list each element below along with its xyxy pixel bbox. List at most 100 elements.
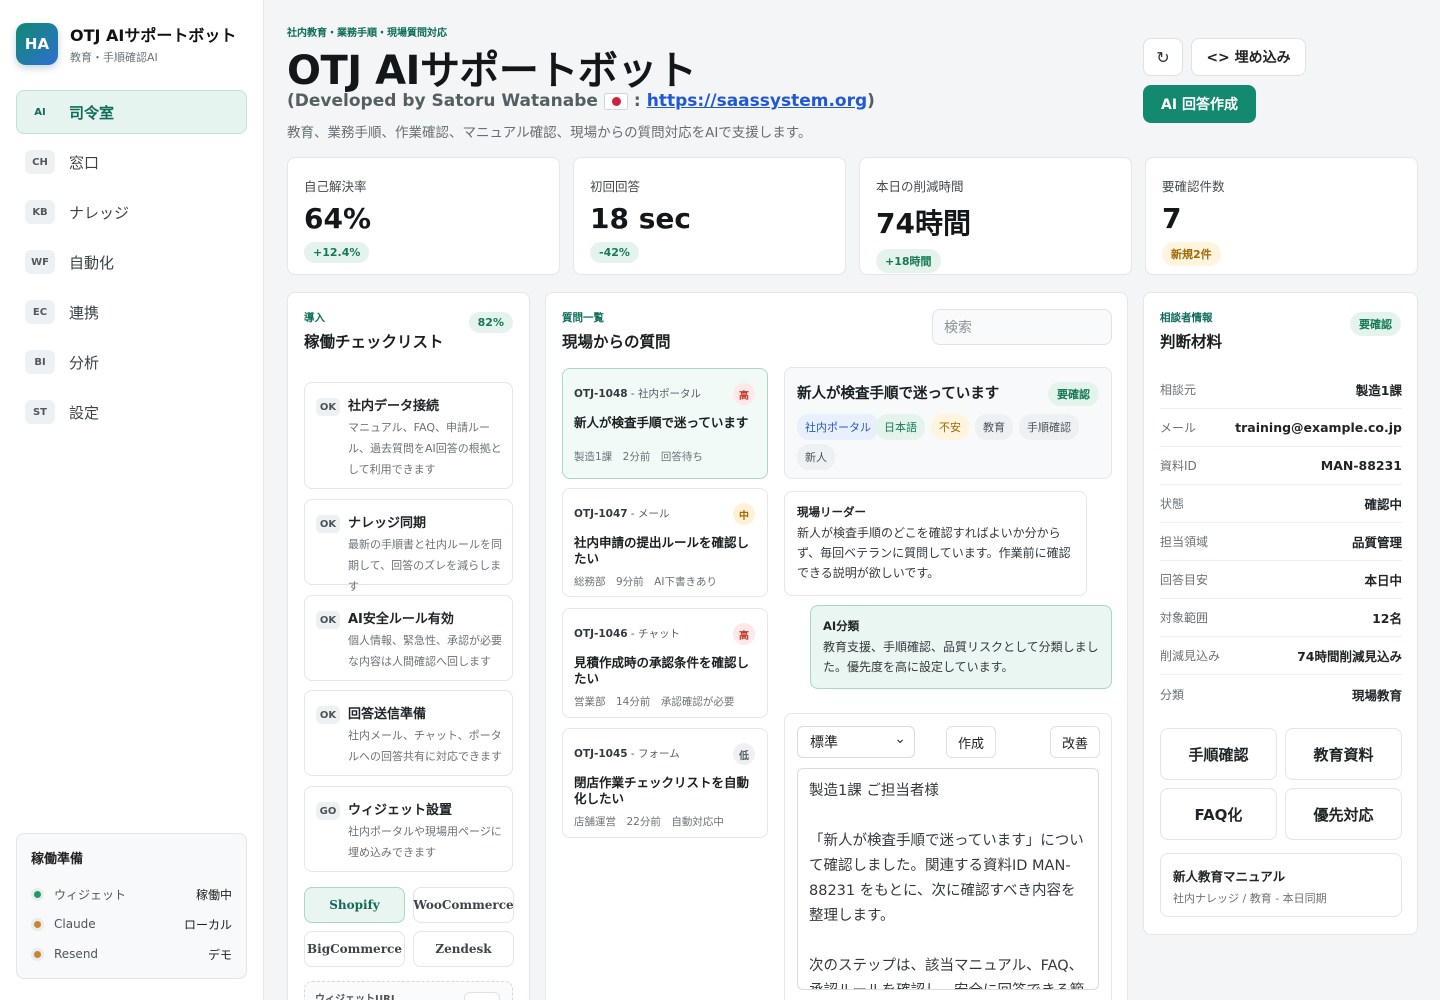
page-description: 教育、業務手順、作業確認、マニュアル確認、現場からの質問対応をAIで支援します。 [287, 125, 812, 141]
status-dot-icon [31, 947, 44, 961]
widget-url-label: ウィジェットURL [315, 994, 398, 1000]
platform-shopify[interactable]: Shopify [304, 887, 405, 923]
question-card[interactable]: OTJ-1045 - フォーム 低 閉店作業チェックリストを自動化したい 店舗運… [562, 728, 768, 838]
reply-textarea[interactable]: 製造1課 ご担当者様 「新人が検査手順で迷っています」について確認しました。関連… [797, 768, 1099, 990]
kpi-label: 自己解決率 [304, 179, 367, 194]
question-meta: 営業部 14分前 承認確認が必要 [574, 696, 735, 708]
sidebar-item-knowledge[interactable]: KB ナレッジ [16, 190, 247, 234]
nav-code-badge: AI [34, 106, 46, 118]
training-material-button[interactable]: 教育資料 [1285, 728, 1402, 780]
priority-badge: 低 [733, 743, 755, 765]
questions-panel: 質問一覧 現場からの質問 検索 OTJ-1048 - 社内ポータル 高 新人が検… [545, 292, 1128, 1000]
kpi-label: 要確認件数 [1162, 179, 1225, 194]
improve-button[interactable]: 改善 [1050, 726, 1100, 758]
nav-code-badge: EC [25, 300, 55, 324]
readiness-status-box: 稼働準備 ウィジェット 稼働中 Claude ローカル Resend デモ [16, 833, 247, 979]
info-row: 対象範囲 12名 [1160, 599, 1402, 637]
sidebar-item-channel[interactable]: CH 窓口 [16, 140, 247, 184]
status-dot-icon [31, 887, 44, 901]
question-meta: 店舗運営 22分前 自動対応中 [574, 816, 724, 828]
question-meta: 総務部 9分前 AI下書きあり [574, 576, 717, 588]
developer-link[interactable]: https://saassystem.org [647, 91, 867, 111]
check-status-badge: OK [316, 706, 340, 724]
sidebar-item-label: ナレッジ [69, 203, 130, 222]
panel-eyebrow: 質問一覧 [562, 312, 604, 324]
checklist-item[interactable]: OK AI安全ルール有効 個人情報、緊急性、承認が必要な内容は人間確認へ回します [304, 595, 513, 681]
checklist-item[interactable]: GO ウィジェット設置 社内ポータルや現場用ページに埋め込みできます [304, 786, 513, 872]
status-title: 稼働準備 [31, 852, 84, 867]
info-row: 資料ID MAN-88231 [1160, 447, 1402, 485]
copy-widget-url-button[interactable] [464, 992, 500, 1000]
consultant-panel: 相談者情報 判断材料 要確認 相談元 製造1課 メール training@exa… [1143, 292, 1418, 935]
embed-button[interactable]: <> 埋め込み [1191, 38, 1306, 76]
question-title: 社内申請の提出ルールを確認したい [574, 535, 750, 566]
status-row: Resend デモ [31, 939, 232, 969]
status-name: ウィジェット [54, 887, 127, 902]
status-badge: 要確認 [1350, 312, 1401, 336]
info-row: 回答目安 本日中 [1160, 561, 1402, 599]
question-card[interactable]: OTJ-1046 - チャット 高 見積作成時の承認条件を確認したい 営業部 1… [562, 608, 768, 718]
brand-name: OTJ AIサポートボット [70, 26, 237, 45]
kpi-value: 64% [304, 202, 372, 235]
platform-zendesk[interactable]: Zendesk [413, 931, 514, 967]
status-value: ローカル [183, 917, 232, 932]
sidebar-item-automation[interactable]: WF 自動化 [16, 240, 247, 284]
create-button[interactable]: 作成 [946, 726, 996, 758]
check-title: ナレッジ同期 [348, 516, 427, 531]
status-name: Claude [54, 917, 96, 931]
kpi-review-count: 要確認件数 7 新規2件 [1145, 157, 1418, 275]
checklist-item[interactable]: OK 回答送信準備 社内メール、チャット、ポータルへの回答共有に対応できます [304, 690, 513, 776]
info-value: MAN-88231 [1320, 458, 1402, 473]
faq-button[interactable]: FAQ化 [1160, 788, 1277, 840]
check-description: 社内ポータルや現場用ページに埋め込みできます [348, 825, 502, 859]
checklist-item[interactable]: OK 社内データ接続 マニュアル、FAQ、申請ルール、過去質問をAI回答の根拠と… [304, 382, 513, 489]
sidebar-item-settings[interactable]: ST 設定 [16, 390, 247, 434]
check-status-badge: OK [316, 515, 340, 533]
procedure-check-button[interactable]: 手順確認 [1160, 728, 1277, 780]
search-input[interactable]: 検索 [932, 309, 1112, 345]
nav-code-badge: BI [25, 350, 55, 374]
ai-answer-button[interactable]: AI 回答作成 [1143, 85, 1256, 123]
kpi-badge: 新規2件 [1162, 242, 1221, 266]
status-row: ウィジェット 稼働中 [31, 879, 232, 909]
kpi-value: 74時間 [876, 207, 971, 240]
check-description: 最新の手順書と社内ルールを同期して、回答のズレを減らします [348, 538, 502, 593]
panel-title: 稼働チェックリスト [304, 333, 444, 351]
sidebar-item-analytics[interactable]: BI 分析 [16, 340, 247, 384]
info-value: 本日中 [1364, 573, 1402, 588]
document-card[interactable]: 新人教育マニュアル 社内ナレッジ / 教育 - 本日同期 [1160, 853, 1402, 917]
panel-title: 現場からの質問 [562, 333, 671, 351]
status-value: デモ [207, 947, 232, 962]
brand[interactable]: HA OTJ AIサポートボット 教育・手順確認AI [16, 22, 236, 65]
detail-title: 新人が検査手順で迷っています [797, 386, 1000, 402]
kpi-badge: -42% [590, 242, 639, 263]
priority-button[interactable]: 優先対応 [1285, 788, 1402, 840]
sidebar-item-command-room[interactable]: AI 司令室 [16, 90, 247, 134]
question-card[interactable]: OTJ-1048 - 社内ポータル 高 新人が検査手順で迷っています 製造1課 … [562, 368, 768, 479]
tone-select[interactable]: 標準 [797, 726, 915, 758]
sidebar-item-label: 窓口 [69, 153, 100, 172]
checklist-item[interactable]: OK ナレッジ同期 最新の手順書と社内ルールを同期して、回答のズレを減らします [304, 499, 513, 593]
sidebar-item-label: 設定 [69, 403, 100, 422]
kpi-first-response: 初回回答 18 sec -42% [573, 157, 846, 275]
check-status-badge: GO [316, 802, 340, 820]
message-text: 教育支援、手順確認、品質リスクとして分類しました。優先度を高に設定しています。 [823, 640, 1099, 674]
status-dot-icon [31, 917, 44, 931]
info-value: 12名 [1372, 611, 1402, 626]
checklist-panel: 導入 稼働チェックリスト 82% OK 社内データ接続 マニュアル、FAQ、申請… [287, 292, 530, 1000]
info-value: 現場教育 [1351, 687, 1402, 703]
question-card[interactable]: OTJ-1047 - メール 中 社内申請の提出ルールを確認したい 総務部 9分… [562, 488, 768, 597]
platform-bigcommerce[interactable]: BigCommerce [304, 931, 405, 967]
question-id: OTJ-1045 - フォーム [574, 748, 680, 760]
info-row: 担当領域 品質管理 [1160, 523, 1402, 561]
info-key: 相談元 [1160, 383, 1197, 397]
sidebar-item-integration[interactable]: EC 連携 [16, 290, 247, 334]
check-status-badge: OK [316, 611, 340, 629]
info-value: 確認中 [1364, 497, 1402, 512]
check-title: 回答送信準備 [348, 707, 427, 722]
platform-woocommerce[interactable]: WooCommerce [413, 887, 514, 923]
progress-badge: 82% [468, 312, 513, 333]
sidebar-item-label: 司令室 [69, 103, 115, 122]
refresh-button[interactable]: ↻ [1143, 38, 1183, 76]
message-author: 現場リーダー [797, 505, 866, 519]
